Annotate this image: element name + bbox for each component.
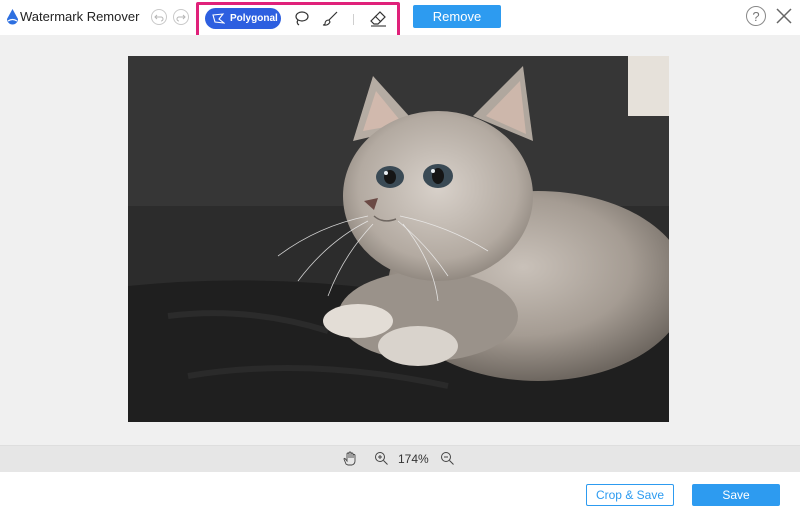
polygonal-label: Polygonal [230,13,278,24]
editing-canvas[interactable] [0,35,800,445]
footer-bar: Crop & Save Save [0,472,800,511]
help-button[interactable]: ? [746,6,766,26]
top-toolbar: Watermark Remover Polygonal Remove ? [0,0,800,39]
hand-pan-icon[interactable] [342,451,357,466]
polygonal-lasso-icon [212,12,225,24]
polygonal-tool-button[interactable]: Polygonal [205,8,281,29]
close-icon[interactable] [774,6,794,26]
app-title: Watermark Remover [20,9,140,24]
lasso-icon [294,10,309,25]
zoom-bar: 174% [0,445,800,472]
undo-icon [154,14,164,22]
toolbar-divider [353,14,354,25]
undo-button[interactable] [151,9,167,25]
eraser-icon [369,10,386,27]
zoom-out-icon[interactable] [440,451,455,466]
remove-button[interactable]: Remove [413,5,501,28]
zoom-in-icon[interactable] [374,451,389,466]
redo-button[interactable] [173,9,189,25]
redo-icon [176,14,186,22]
eraser-tool-button[interactable] [369,9,387,27]
selection-tools-group: Polygonal [196,2,400,39]
help-icon: ? [752,8,760,24]
image-preview[interactable] [128,56,669,422]
brush-icon [322,11,337,26]
lasso-tool-button[interactable] [292,9,310,27]
water-drop-logo-icon [7,9,18,25]
kitten-photo [128,56,669,422]
brush-tool-button[interactable] [321,9,339,27]
zoom-level: 174% [398,452,429,466]
crop-and-save-button[interactable]: Crop & Save [586,484,674,506]
save-button[interactable]: Save [692,484,780,506]
